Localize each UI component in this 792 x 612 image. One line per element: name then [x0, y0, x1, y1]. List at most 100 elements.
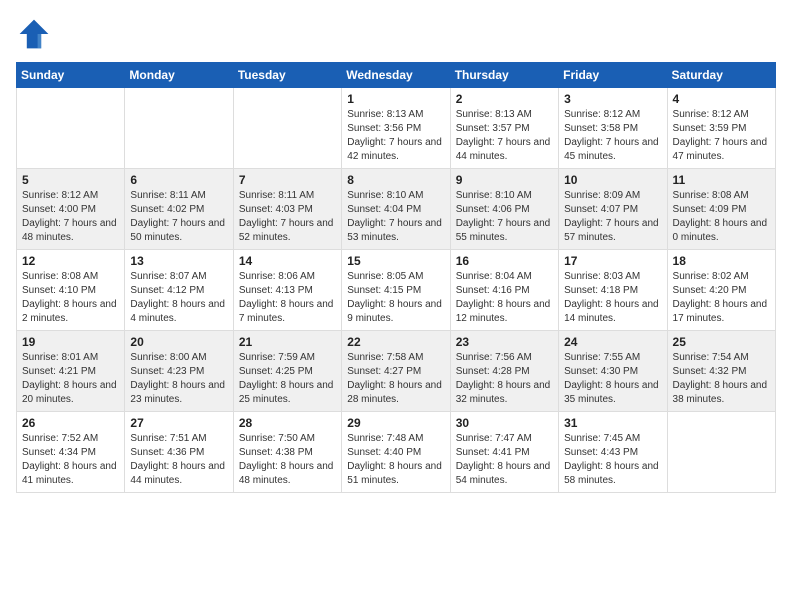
calendar-week-row: 1 Sunrise: 8:13 AM Sunset: 3:56 PM Daylig… — [17, 88, 776, 169]
day-info: Sunrise: 7:47 AM Sunset: 4:41 PM Dayligh… — [456, 432, 553, 488]
day-number: 24 — [564, 335, 661, 349]
calendar-cell: 11 Sunrise: 8:08 AM Sunset: 4:09 PM Dayli… — [667, 169, 775, 250]
calendar-cell — [233, 88, 341, 169]
day-info: Sunrise: 7:58 AM Sunset: 4:27 PM Dayligh… — [347, 351, 444, 407]
calendar-cell: 6 Sunrise: 8:11 AM Sunset: 4:02 PM Daylig… — [125, 169, 233, 250]
calendar-cell — [667, 412, 775, 493]
day-number: 10 — [564, 173, 661, 187]
day-info: Sunrise: 7:52 AM Sunset: 4:34 PM Dayligh… — [22, 432, 119, 488]
day-info: Sunrise: 8:12 AM Sunset: 3:59 PM Dayligh… — [673, 108, 770, 164]
day-number: 7 — [239, 173, 336, 187]
day-info: Sunrise: 8:08 AM Sunset: 4:10 PM Dayligh… — [22, 270, 119, 326]
calendar-cell: 2 Sunrise: 8:13 AM Sunset: 3:57 PM Daylig… — [450, 88, 558, 169]
day-number: 1 — [347, 92, 444, 106]
day-info: Sunrise: 7:48 AM Sunset: 4:40 PM Dayligh… — [347, 432, 444, 488]
day-number: 14 — [239, 254, 336, 268]
day-number: 20 — [130, 335, 227, 349]
calendar-cell: 19 Sunrise: 8:01 AM Sunset: 4:21 PM Dayli… — [17, 331, 125, 412]
weekday-header-saturday: Saturday — [667, 63, 775, 88]
day-number: 16 — [456, 254, 553, 268]
day-number: 26 — [22, 416, 119, 430]
weekday-header-friday: Friday — [559, 63, 667, 88]
day-number: 22 — [347, 335, 444, 349]
calendar-cell: 18 Sunrise: 8:02 AM Sunset: 4:20 PM Dayli… — [667, 250, 775, 331]
day-number: 6 — [130, 173, 227, 187]
calendar-cell: 27 Sunrise: 7:51 AM Sunset: 4:36 PM Dayli… — [125, 412, 233, 493]
day-info: Sunrise: 8:05 AM Sunset: 4:15 PM Dayligh… — [347, 270, 444, 326]
day-info: Sunrise: 8:11 AM Sunset: 4:03 PM Dayligh… — [239, 189, 336, 245]
day-number: 15 — [347, 254, 444, 268]
day-info: Sunrise: 8:01 AM Sunset: 4:21 PM Dayligh… — [22, 351, 119, 407]
calendar-week-row: 19 Sunrise: 8:01 AM Sunset: 4:21 PM Dayli… — [17, 331, 776, 412]
calendar-cell: 3Sunrise: 8:12 AM Sunset: 3:58 PM Daylig… — [559, 88, 667, 169]
calendar-week-row: 5 Sunrise: 8:12 AM Sunset: 4:00 PM Daylig… — [17, 169, 776, 250]
day-info: Sunrise: 8:08 AM Sunset: 4:09 PM Dayligh… — [673, 189, 770, 245]
day-info: Sunrise: 7:54 AM Sunset: 4:32 PM Dayligh… — [673, 351, 770, 407]
calendar-cell: 20Sunrise: 8:00 AM Sunset: 4:23 PM Dayli… — [125, 331, 233, 412]
calendar-cell: 23 Sunrise: 7:56 AM Sunset: 4:28 PM Dayli… — [450, 331, 558, 412]
day-info: Sunrise: 8:07 AM Sunset: 4:12 PM Dayligh… — [130, 270, 227, 326]
day-number: 31 — [564, 416, 661, 430]
day-info: Sunrise: 7:56 AM Sunset: 4:28 PM Dayligh… — [456, 351, 553, 407]
calendar-cell: 21 Sunrise: 7:59 AM Sunset: 4:25 PM Dayli… — [233, 331, 341, 412]
day-info: Sunrise: 8:03 AM Sunset: 4:18 PM Dayligh… — [564, 270, 661, 326]
day-info: Sunrise: 7:50 AM Sunset: 4:38 PM Dayligh… — [239, 432, 336, 488]
day-number: 19 — [22, 335, 119, 349]
day-info: Sunrise: 7:45 AM Sunset: 4:43 PM Dayligh… — [564, 432, 661, 488]
calendar-cell: 12 Sunrise: 8:08 AM Sunset: 4:10 PM Dayli… — [17, 250, 125, 331]
day-number: 5 — [22, 173, 119, 187]
calendar-cell: 28 Sunrise: 7:50 AM Sunset: 4:38 PM Dayli… — [233, 412, 341, 493]
calendar-cell: 5 Sunrise: 8:12 AM Sunset: 4:00 PM Daylig… — [17, 169, 125, 250]
calendar-cell: 14 Sunrise: 8:06 AM Sunset: 4:13 PM Dayli… — [233, 250, 341, 331]
day-number: 23 — [456, 335, 553, 349]
day-info: Sunrise: 7:55 AM Sunset: 4:30 PM Dayligh… — [564, 351, 661, 407]
logo-icon — [16, 16, 52, 52]
page-header — [16, 16, 776, 52]
day-number: 11 — [673, 173, 770, 187]
calendar-cell — [125, 88, 233, 169]
day-info: Sunrise: 8:12 AM Sunset: 4:00 PM Dayligh… — [22, 189, 119, 245]
day-number: 13 — [130, 254, 227, 268]
day-info: Sunrise: 8:13 AM Sunset: 3:57 PM Dayligh… — [456, 108, 553, 164]
calendar-cell: 22 Sunrise: 7:58 AM Sunset: 4:27 PM Dayli… — [342, 331, 450, 412]
weekday-header-row: SundayMondayTuesdayWednesdayThursdayFrid… — [17, 63, 776, 88]
day-info: Sunrise: 8:11 AM Sunset: 4:02 PM Dayligh… — [130, 189, 227, 245]
day-number: 12 — [22, 254, 119, 268]
day-number: 18 — [673, 254, 770, 268]
day-number: 28 — [239, 416, 336, 430]
day-info: Sunrise: 8:10 AM Sunset: 4:06 PM Dayligh… — [456, 189, 553, 245]
day-info: Sunrise: 8:09 AM Sunset: 4:07 PM Dayligh… — [564, 189, 661, 245]
weekday-header-wednesday: Wednesday — [342, 63, 450, 88]
calendar-cell: 29Sunrise: 7:48 AM Sunset: 4:40 PM Dayli… — [342, 412, 450, 493]
day-number: 2 — [456, 92, 553, 106]
day-number: 8 — [347, 173, 444, 187]
calendar-week-row: 12 Sunrise: 8:08 AM Sunset: 4:10 PM Dayli… — [17, 250, 776, 331]
weekday-header-thursday: Thursday — [450, 63, 558, 88]
day-info: Sunrise: 8:02 AM Sunset: 4:20 PM Dayligh… — [673, 270, 770, 326]
calendar-week-row: 26 Sunrise: 7:52 AM Sunset: 4:34 PM Dayli… — [17, 412, 776, 493]
day-info: Sunrise: 8:13 AM Sunset: 3:56 PM Dayligh… — [347, 108, 444, 164]
weekday-header-monday: Monday — [125, 63, 233, 88]
day-info: Sunrise: 8:10 AM Sunset: 4:04 PM Dayligh… — [347, 189, 444, 245]
day-info: Sunrise: 7:51 AM Sunset: 4:36 PM Dayligh… — [130, 432, 227, 488]
calendar-cell: 25Sunrise: 7:54 AM Sunset: 4:32 PM Dayli… — [667, 331, 775, 412]
calendar-cell: 17 Sunrise: 8:03 AM Sunset: 4:18 PM Dayli… — [559, 250, 667, 331]
calendar-cell: 4Sunrise: 8:12 AM Sunset: 3:59 PM Daylig… — [667, 88, 775, 169]
calendar-cell — [17, 88, 125, 169]
calendar-cell: 30 Sunrise: 7:47 AM Sunset: 4:41 PM Dayli… — [450, 412, 558, 493]
day-info: Sunrise: 8:06 AM Sunset: 4:13 PM Dayligh… — [239, 270, 336, 326]
calendar-cell: 24 Sunrise: 7:55 AM Sunset: 4:30 PM Dayli… — [559, 331, 667, 412]
day-info: Sunrise: 7:59 AM Sunset: 4:25 PM Dayligh… — [239, 351, 336, 407]
day-number: 9 — [456, 173, 553, 187]
calendar-cell: 15 Sunrise: 8:05 AM Sunset: 4:15 PM Dayli… — [342, 250, 450, 331]
day-number: 30 — [456, 416, 553, 430]
weekday-header-sunday: Sunday — [17, 63, 125, 88]
calendar-cell: 8 Sunrise: 8:10 AM Sunset: 4:04 PM Daylig… — [342, 169, 450, 250]
day-number: 21 — [239, 335, 336, 349]
day-info: Sunrise: 8:12 AM Sunset: 3:58 PM Dayligh… — [564, 108, 661, 164]
calendar-cell: 10 Sunrise: 8:09 AM Sunset: 4:07 PM Dayli… — [559, 169, 667, 250]
day-number: 17 — [564, 254, 661, 268]
day-number: 27 — [130, 416, 227, 430]
calendar-cell: 1 Sunrise: 8:13 AM Sunset: 3:56 PM Daylig… — [342, 88, 450, 169]
weekday-header-tuesday: Tuesday — [233, 63, 341, 88]
